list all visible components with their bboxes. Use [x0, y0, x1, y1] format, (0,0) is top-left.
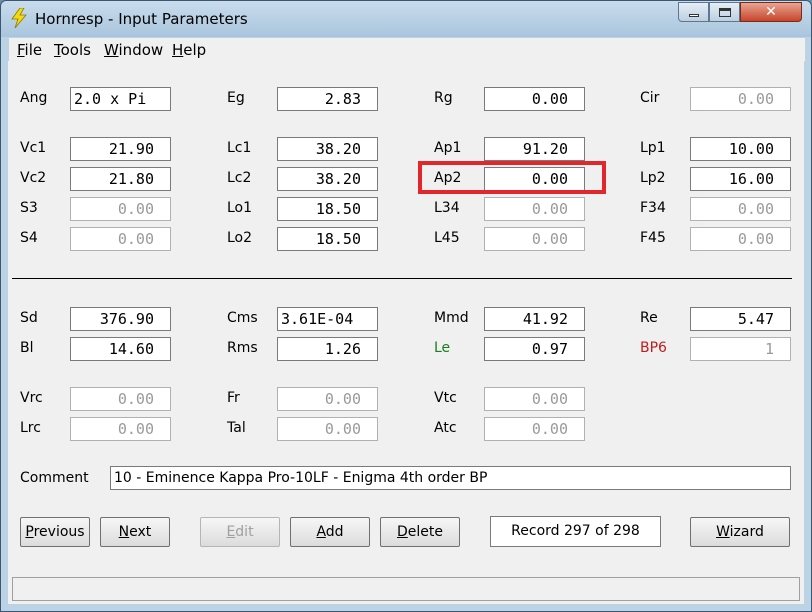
menu-bar: File Tools Window Help	[9, 38, 805, 62]
label-re: Re	[640, 310, 658, 326]
label-lo1: Lo1	[227, 200, 253, 216]
field-fr[interactable]: 0.00	[277, 387, 378, 411]
label-lc2: Lc2	[227, 170, 252, 186]
maximize-icon	[718, 7, 731, 17]
delete-button[interactable]: Delete	[380, 517, 460, 547]
field-tal[interactable]: 0.00	[277, 417, 378, 441]
label-vc2: Vc2	[20, 170, 47, 186]
field-vc1[interactable]: 21.90	[70, 137, 171, 161]
label-vtc: Vtc	[434, 390, 457, 406]
label-ang: Ang	[20, 90, 48, 106]
window-title: Hornresp - Input Parameters	[35, 10, 248, 28]
label-rms: Rms	[227, 340, 258, 356]
field-s3[interactable]: 0.00	[70, 197, 171, 221]
label-cir: Cir	[640, 90, 660, 106]
close-icon: ✕	[765, 4, 777, 20]
field-lp1[interactable]: 10.00	[690, 137, 791, 161]
lightning-icon	[11, 8, 27, 28]
field-s4[interactable]: 0.00	[70, 227, 171, 251]
field-atc[interactable]: 0.00	[484, 417, 585, 441]
label-cms: Cms	[227, 310, 258, 326]
label-bl: Bl	[20, 340, 34, 356]
field-lc1[interactable]: 38.20	[277, 137, 378, 161]
field-ap1[interactable]: 91.20	[484, 137, 585, 161]
field-rms[interactable]: 1.26	[277, 337, 378, 361]
label-rg: Rg	[434, 90, 453, 106]
label-le: Le	[434, 340, 451, 356]
field-bp6[interactable]: 1	[690, 337, 791, 361]
label-l45: L45	[434, 230, 460, 246]
field-f45[interactable]: 0.00	[690, 227, 791, 251]
field-eg[interactable]: 2.83	[277, 87, 378, 111]
label-bp6: BP6	[640, 340, 667, 356]
field-comment[interactable]: 10 - Eminence Kappa Pro-10LF - Enigma 4t…	[110, 466, 791, 490]
label-sd: Sd	[20, 310, 38, 326]
menu-tools[interactable]: Tools	[54, 41, 91, 59]
label-lrc: Lrc	[20, 420, 41, 436]
add-button[interactable]: Add	[290, 517, 370, 547]
label-comment: Comment	[20, 470, 89, 486]
menu-file[interactable]: File	[17, 41, 42, 59]
label-atc: Atc	[434, 420, 457, 436]
field-bl[interactable]: 14.60	[70, 337, 171, 361]
label-lp1: Lp1	[640, 140, 666, 156]
label-lo2: Lo2	[227, 230, 253, 246]
field-le[interactable]: 0.97	[484, 337, 585, 361]
label-s3: S3	[20, 200, 38, 216]
field-lrc[interactable]: 0.00	[70, 417, 171, 441]
field-sd[interactable]: 376.90	[70, 307, 171, 331]
label-tal: Tal	[227, 420, 246, 436]
close-button[interactable]: ✕	[740, 2, 802, 22]
field-l45[interactable]: 0.00	[484, 227, 585, 251]
label-l34: L34	[434, 200, 460, 216]
label-lc1: Lc1	[227, 140, 252, 156]
record-indicator: Record 297 of 298	[490, 516, 661, 547]
minimize-button[interactable]	[678, 2, 709, 22]
field-cms[interactable]: 3.61E-04	[277, 307, 378, 331]
field-vc2[interactable]: 21.80	[70, 167, 171, 191]
edit-button[interactable]: Edit	[200, 517, 280, 547]
next-button[interactable]: Next	[100, 517, 170, 547]
maximize-button[interactable]	[709, 2, 740, 22]
field-lp2[interactable]: 16.00	[690, 167, 791, 191]
label-ap1: Ap1	[434, 140, 462, 156]
field-l34[interactable]: 0.00	[484, 197, 585, 221]
previous-button[interactable]: Previous	[20, 517, 90, 547]
label-vc1: Vc1	[20, 140, 47, 156]
field-lo2[interactable]: 18.50	[277, 227, 378, 251]
label-fr: Fr	[227, 390, 240, 406]
field-lo1[interactable]: 18.50	[277, 197, 378, 221]
field-vrc[interactable]: 0.00	[70, 387, 171, 411]
label-eg: Eg	[227, 90, 245, 106]
field-vtc[interactable]: 0.00	[484, 387, 585, 411]
field-f34[interactable]: 0.00	[690, 197, 791, 221]
menu-window[interactable]: Window	[104, 41, 163, 59]
section-divider	[12, 278, 792, 279]
title-bar[interactable]: Hornresp - Input Parameters ✕	[1, 1, 811, 37]
status-bar	[12, 577, 800, 601]
ap2-highlight-box	[418, 161, 606, 194]
field-rg[interactable]: 0.00	[484, 87, 585, 111]
field-re[interactable]: 5.47	[690, 307, 791, 331]
label-mmd: Mmd	[434, 310, 469, 326]
menu-help[interactable]: Help	[172, 41, 206, 59]
label-f45: F45	[640, 230, 666, 246]
label-s4: S4	[20, 230, 38, 246]
label-vrc: Vrc	[20, 390, 43, 406]
minimize-icon	[688, 14, 699, 17]
field-mmd[interactable]: 41.92	[484, 307, 585, 331]
wizard-button[interactable]: Wizard	[690, 517, 790, 547]
field-lc2[interactable]: 38.20	[277, 167, 378, 191]
field-ang[interactable]: 2.0 x Pi	[70, 87, 171, 111]
field-cir[interactable]: 0.00	[690, 87, 791, 111]
label-f34: F34	[640, 200, 666, 216]
label-lp2: Lp2	[640, 170, 666, 186]
